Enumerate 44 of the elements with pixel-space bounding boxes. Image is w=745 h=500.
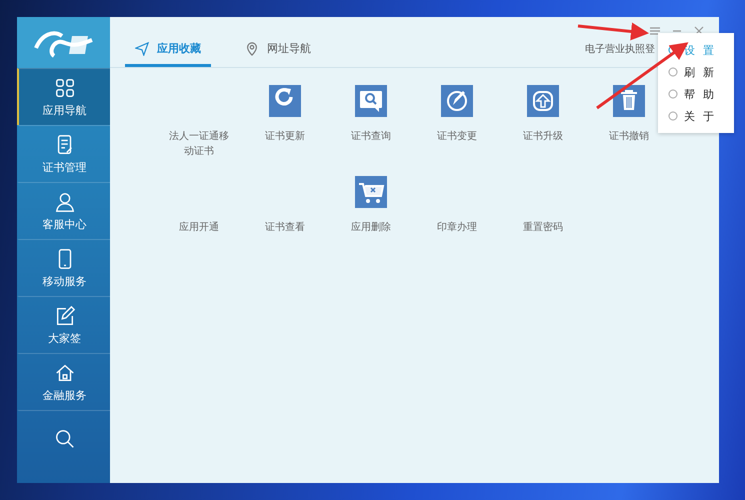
- sidebar-item-label: 客服中心: [42, 216, 86, 232]
- menu-item[interactable]: 刷新: [658, 61, 734, 83]
- app-tile[interactable]: 证书查看: [242, 176, 328, 262]
- app-tile[interactable]: 证书查询: [328, 85, 414, 171]
- search-window-icon: [355, 85, 387, 117]
- header-text: 电子营业执照登: [585, 42, 655, 56]
- sidebar-item[interactable]: 证书管理: [17, 125, 110, 182]
- paper-plane-icon: [135, 42, 149, 56]
- sidebar-item-label: 证书管理: [42, 160, 86, 174]
- sidebar-item[interactable]: 应用导航: [17, 68, 110, 125]
- tab[interactable]: 应用收藏: [125, 33, 211, 67]
- sidebar-item[interactable]: 客服中心: [17, 182, 110, 239]
- cart-icon: [355, 176, 387, 208]
- refresh-icon: [269, 85, 301, 117]
- app-tile[interactable]: 证书更新: [242, 85, 328, 171]
- sidebar-item-label: 金融服务: [42, 388, 86, 402]
- sidebar-item-label: 移动服务: [42, 274, 86, 288]
- circle-icon: [668, 67, 678, 77]
- app-tile[interactable]: 证书升级: [500, 85, 586, 171]
- menu-item[interactable]: 关于: [658, 105, 734, 127]
- app-tile[interactable]: 证书变更: [414, 85, 500, 171]
- app-tile[interactable]: 重置密码: [500, 176, 586, 262]
- sidebar-item-label: 应用导航: [42, 102, 86, 118]
- grid-icon: [54, 76, 76, 98]
- location-pin-icon: [245, 42, 259, 56]
- sidebar-item-label: 大家签: [48, 330, 81, 346]
- trash-icon: [613, 85, 645, 117]
- app-tile[interactable]: 法人一证通移动证书: [156, 85, 242, 171]
- menu-icon[interactable]: [649, 25, 661, 37]
- upload-icon: [527, 85, 559, 117]
- person-icon: [54, 190, 76, 212]
- app-tile[interactable]: 应用删除: [328, 176, 414, 262]
- app-tile[interactable]: 应用开通: [156, 176, 242, 262]
- search-icon: [54, 428, 76, 450]
- circle-icon: [668, 111, 678, 121]
- sidebar-item[interactable]: 大家签: [17, 296, 110, 353]
- annotation-arrow: [578, 22, 649, 40]
- circle-icon: [668, 89, 678, 99]
- edit-icon: [441, 85, 473, 117]
- sidebar-item[interactable]: 金融服务: [17, 353, 110, 410]
- tab[interactable]: 网址导航: [235, 33, 321, 67]
- app-tile[interactable]: 印章办理: [414, 176, 500, 262]
- sidebar-item[interactable]: 移动服务: [17, 239, 110, 296]
- menu-item[interactable]: 帮助: [658, 83, 734, 105]
